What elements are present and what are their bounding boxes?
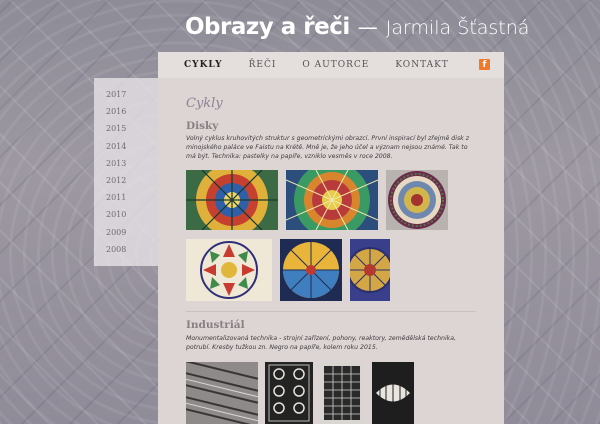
artwork-thumbnail[interactable] — [386, 170, 448, 230]
year-sidebar: 2017 2016 2015 2014 2013 2012 2011 2010 … — [94, 78, 158, 266]
section-title-disky[interactable]: Disky — [186, 120, 218, 132]
author-name: Jarmila Šťastná — [385, 17, 530, 39]
artwork-thumbnail[interactable] — [265, 362, 313, 424]
main-nav: CYKLY ŘEČI O AUTORCE KONTAKT f — [158, 52, 504, 78]
title-separator: — — [357, 15, 378, 39]
section-description: Volný cyklus kruhovitých struktur s geom… — [186, 135, 469, 160]
year-link[interactable]: 2013 — [94, 155, 158, 172]
site-header: Obrazy a řeči — Jarmila Šťastná — [185, 14, 529, 50]
year-link[interactable]: 2014 — [94, 138, 158, 155]
year-link[interactable]: 2010 — [94, 206, 158, 223]
artwork-thumbnail[interactable] — [186, 170, 278, 230]
year-link[interactable]: 2009 — [94, 224, 158, 241]
year-link[interactable]: 2017 — [94, 86, 158, 103]
year-link[interactable]: 2016 — [94, 103, 158, 120]
artwork-thumbnail[interactable] — [186, 362, 258, 424]
artwork-thumbnail[interactable] — [350, 239, 390, 301]
page-title: Cykly — [186, 96, 223, 111]
facebook-icon[interactable]: f — [479, 59, 490, 70]
artwork-thumbnail[interactable] — [320, 362, 364, 424]
year-link[interactable]: 2015 — [94, 120, 158, 137]
nav-item-cykly[interactable]: CYKLY — [184, 52, 223, 78]
artwork-thumbnail[interactable] — [286, 170, 378, 230]
year-link[interactable]: 2011 — [94, 189, 158, 206]
nav-item-o-autorce[interactable]: O AUTORCE — [302, 52, 369, 78]
section-divider — [186, 311, 476, 312]
artwork-thumbnail[interactable] — [280, 239, 342, 301]
artwork-thumbnail[interactable] — [186, 239, 272, 301]
nav-item-reci[interactable]: ŘEČI — [249, 52, 277, 78]
nav-item-kontakt[interactable]: KONTAKT — [395, 52, 448, 78]
year-link[interactable]: 2012 — [94, 172, 158, 189]
site-title[interactable]: Obrazy a řeči — [185, 14, 350, 40]
section-description: Monumentalizovaná technika - strojní zař… — [186, 335, 457, 351]
section-title-industrial[interactable]: Industriál — [186, 319, 245, 331]
year-link[interactable]: 2008 — [94, 241, 158, 258]
artwork-thumbnail[interactable] — [372, 362, 414, 424]
content-panel: Cykly Disky Volný cyklus kruhovitých str… — [158, 78, 504, 424]
